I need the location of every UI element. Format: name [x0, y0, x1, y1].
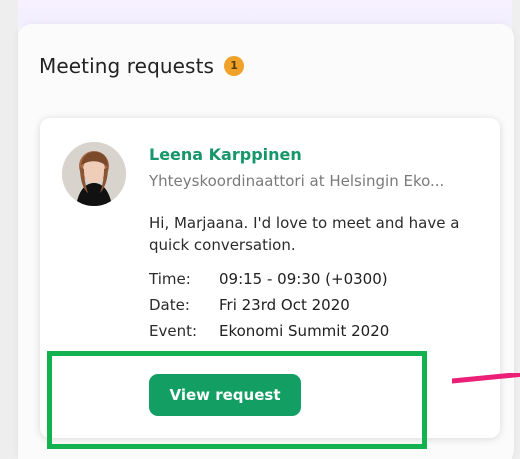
date-value: Fri 23rd Oct 2020 — [219, 296, 350, 314]
time-label: Time: — [149, 270, 191, 288]
event-value: Ekonomi Summit 2020 — [219, 322, 390, 340]
meeting-request-card: Leena Karppinen Yhteyskoordinaattori at … — [40, 118, 500, 438]
event-label: Event: — [149, 322, 198, 340]
meeting-requests-screen: Meeting requests 1 Leena Karppinen Yhtey… — [0, 0, 520, 459]
section-title: Meeting requests — [39, 54, 215, 78]
avatar — [62, 142, 126, 206]
view-request-button[interactable]: View request — [149, 374, 301, 416]
requester-title: Yhteyskoordinaattori at Helsingin Eko... — [149, 172, 445, 190]
meeting-details: Time: 09:15 - 09:30 (+0300) Date: Fri 23… — [149, 270, 469, 340]
left-background-rail — [0, 0, 18, 459]
time-value: 09:15 - 09:30 (+0300) — [219, 270, 388, 288]
notification-count-badge: 1 — [224, 56, 245, 76]
section-header: Meeting requests 1 — [39, 54, 245, 78]
requester-name[interactable]: Leena Karppinen — [149, 145, 302, 164]
request-message: Hi, Marjaana. I'd love to meet and have … — [149, 214, 460, 254]
date-label: Date: — [149, 296, 190, 314]
avatar-icon — [62, 142, 126, 206]
